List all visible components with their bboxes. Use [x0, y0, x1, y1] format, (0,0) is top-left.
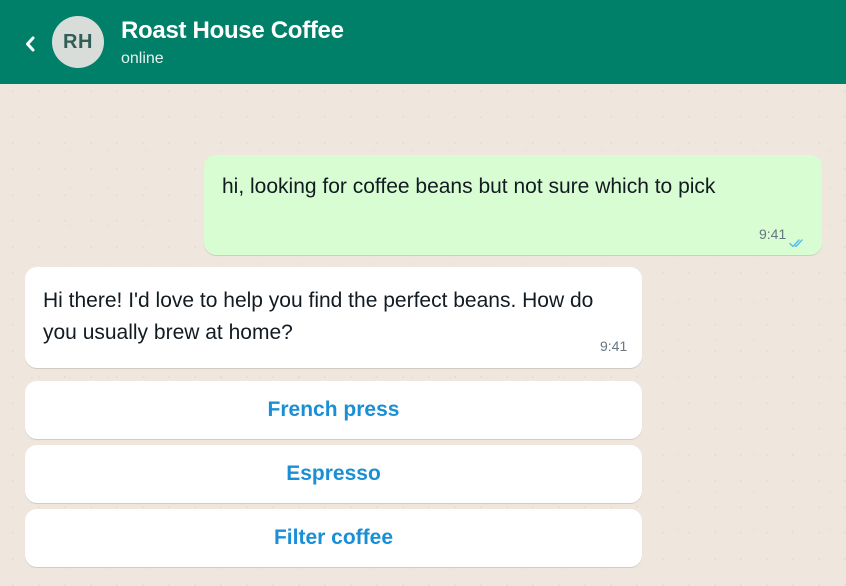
incoming-message-bubble[interactable]: Hi there! I'd love to help you find the … [25, 267, 642, 368]
chevron-left-icon [26, 36, 35, 52]
message-timestamp: 9:41 [600, 338, 628, 354]
message-timestamp: 9:41 [759, 226, 787, 242]
outgoing-message-bubble[interactable]: hi, looking for coffee beans but not sur… [204, 155, 822, 255]
quick-reply-espresso[interactable]: Espresso [25, 445, 642, 503]
quick-reply-filter-coffee[interactable]: Filter coffee [25, 509, 642, 567]
message-text: Hi there! I'd love to help you find the … [43, 289, 594, 344]
chat-header: RH Roast House Coffee online [0, 0, 846, 84]
double-check-icon [789, 239, 803, 248]
contact-name[interactable]: Roast House Coffee [121, 17, 344, 45]
quick-reply-french-press[interactable]: French press [25, 381, 642, 439]
message-text: hi, looking for coffee beans but not sur… [222, 175, 716, 198]
contact-status: online [121, 50, 164, 67]
avatar[interactable]: RH [52, 16, 104, 68]
back-button[interactable] [18, 30, 42, 58]
